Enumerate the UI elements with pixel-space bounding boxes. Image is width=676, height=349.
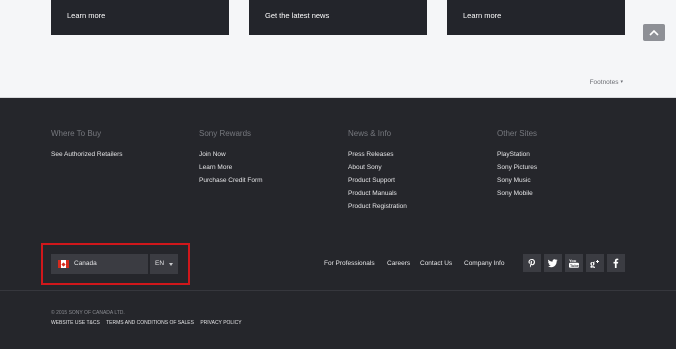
footer-column-where-to-buy: Where To Buy See Authorized Retailers xyxy=(51,129,123,163)
contact-us-link[interactable]: Contact Us xyxy=(420,260,452,267)
language-selector[interactable]: EN xyxy=(150,254,178,274)
footer-link[interactable]: Press Releases xyxy=(348,150,407,163)
footer-column-other-sites: Other Sites PlayStation Sony Pictures So… xyxy=(497,129,537,202)
facebook-icon xyxy=(613,258,619,268)
pinterest-icon xyxy=(528,259,535,268)
footer-link[interactable]: PlayStation xyxy=(497,150,537,163)
footer-link[interactable]: Sony Pictures xyxy=(497,163,537,176)
youtube-icon: You Tube xyxy=(569,258,579,268)
svg-text:g: g xyxy=(590,259,595,268)
footer-link[interactable]: About Sony xyxy=(348,163,407,176)
for-professionals-link[interactable]: For Professionals xyxy=(324,260,375,267)
promo-section: Learn more Get the latest news Learn mor… xyxy=(0,0,676,97)
column-heading: Sony Rewards xyxy=(199,129,252,138)
twitter-button[interactable] xyxy=(544,254,562,272)
company-info-link[interactable]: Company Info xyxy=(464,260,504,267)
scroll-to-top-button[interactable] xyxy=(643,24,665,41)
caret-down-icon xyxy=(169,263,173,266)
copyright-text: © 2015 SONY OF CANADA LTD. xyxy=(51,310,125,316)
svg-text:Tube: Tube xyxy=(570,264,579,268)
footer-link[interactable]: Product Registration xyxy=(348,202,407,215)
promo-card-link[interactable]: Get the latest news xyxy=(265,11,329,20)
facebook-button[interactable] xyxy=(607,254,625,272)
careers-link[interactable]: Careers xyxy=(387,260,410,267)
google-plus-button[interactable]: g xyxy=(586,254,604,272)
footnotes-toggle[interactable]: Footnotes ▾ xyxy=(590,79,623,86)
caret-down-icon: ▾ xyxy=(620,79,623,85)
promo-card[interactable]: Learn more xyxy=(447,0,625,35)
footer-link[interactable]: Sony Music xyxy=(497,176,537,189)
country-label: Canada xyxy=(74,260,97,267)
footnotes-label: Footnotes xyxy=(589,79,619,86)
footer-link[interactable]: Learn More xyxy=(199,163,263,176)
footer-link[interactable]: Product Support xyxy=(348,176,407,189)
promo-card[interactable]: Get the latest news xyxy=(249,0,427,35)
svg-text:You: You xyxy=(569,258,577,263)
legal-links: WEBSITE USE T&CS TERMS AND CONDITIONS OF… xyxy=(51,320,247,326)
twitter-icon xyxy=(548,259,558,268)
language-label: EN xyxy=(155,260,165,267)
footer-column-sony-rewards: Sony Rewards Join Now Learn More Purchas… xyxy=(199,129,263,189)
footer-link[interactable]: Sony Mobile xyxy=(497,189,537,202)
footer-column-news-info: News & Info Press Releases About Sony Pr… xyxy=(348,129,407,215)
column-heading: News & Info xyxy=(348,129,392,138)
terms-of-sale-link[interactable]: TERMS AND CONDITIONS OF SALES xyxy=(106,320,194,326)
divider xyxy=(0,290,676,291)
google-plus-icon: g xyxy=(590,259,599,268)
footer-link[interactable]: Product Manuals xyxy=(348,189,407,202)
promo-card-link[interactable]: Learn more xyxy=(463,11,501,20)
chevron-up-icon xyxy=(649,29,659,36)
youtube-button[interactable]: You Tube xyxy=(565,254,583,272)
promo-card-link[interactable]: Learn more xyxy=(67,11,105,20)
promo-card[interactable]: Learn more xyxy=(51,0,229,35)
column-heading: Other Sites xyxy=(497,129,538,138)
website-use-terms-link[interactable]: WEBSITE USE T&CS xyxy=(51,320,100,326)
footer-link[interactable]: Join Now xyxy=(199,150,263,163)
site-footer: Where To Buy See Authorized Retailers So… xyxy=(0,98,676,349)
privacy-policy-link[interactable]: PRIVACY POLICY xyxy=(200,320,241,326)
footer-link[interactable]: Purchase Credit Form xyxy=(199,176,263,189)
canada-flag-icon xyxy=(58,260,69,268)
pinterest-button[interactable] xyxy=(523,254,541,272)
column-heading: Where To Buy xyxy=(51,129,102,138)
country-selector[interactable]: Canada xyxy=(51,254,148,274)
footer-link[interactable]: See Authorized Retailers xyxy=(51,150,123,163)
